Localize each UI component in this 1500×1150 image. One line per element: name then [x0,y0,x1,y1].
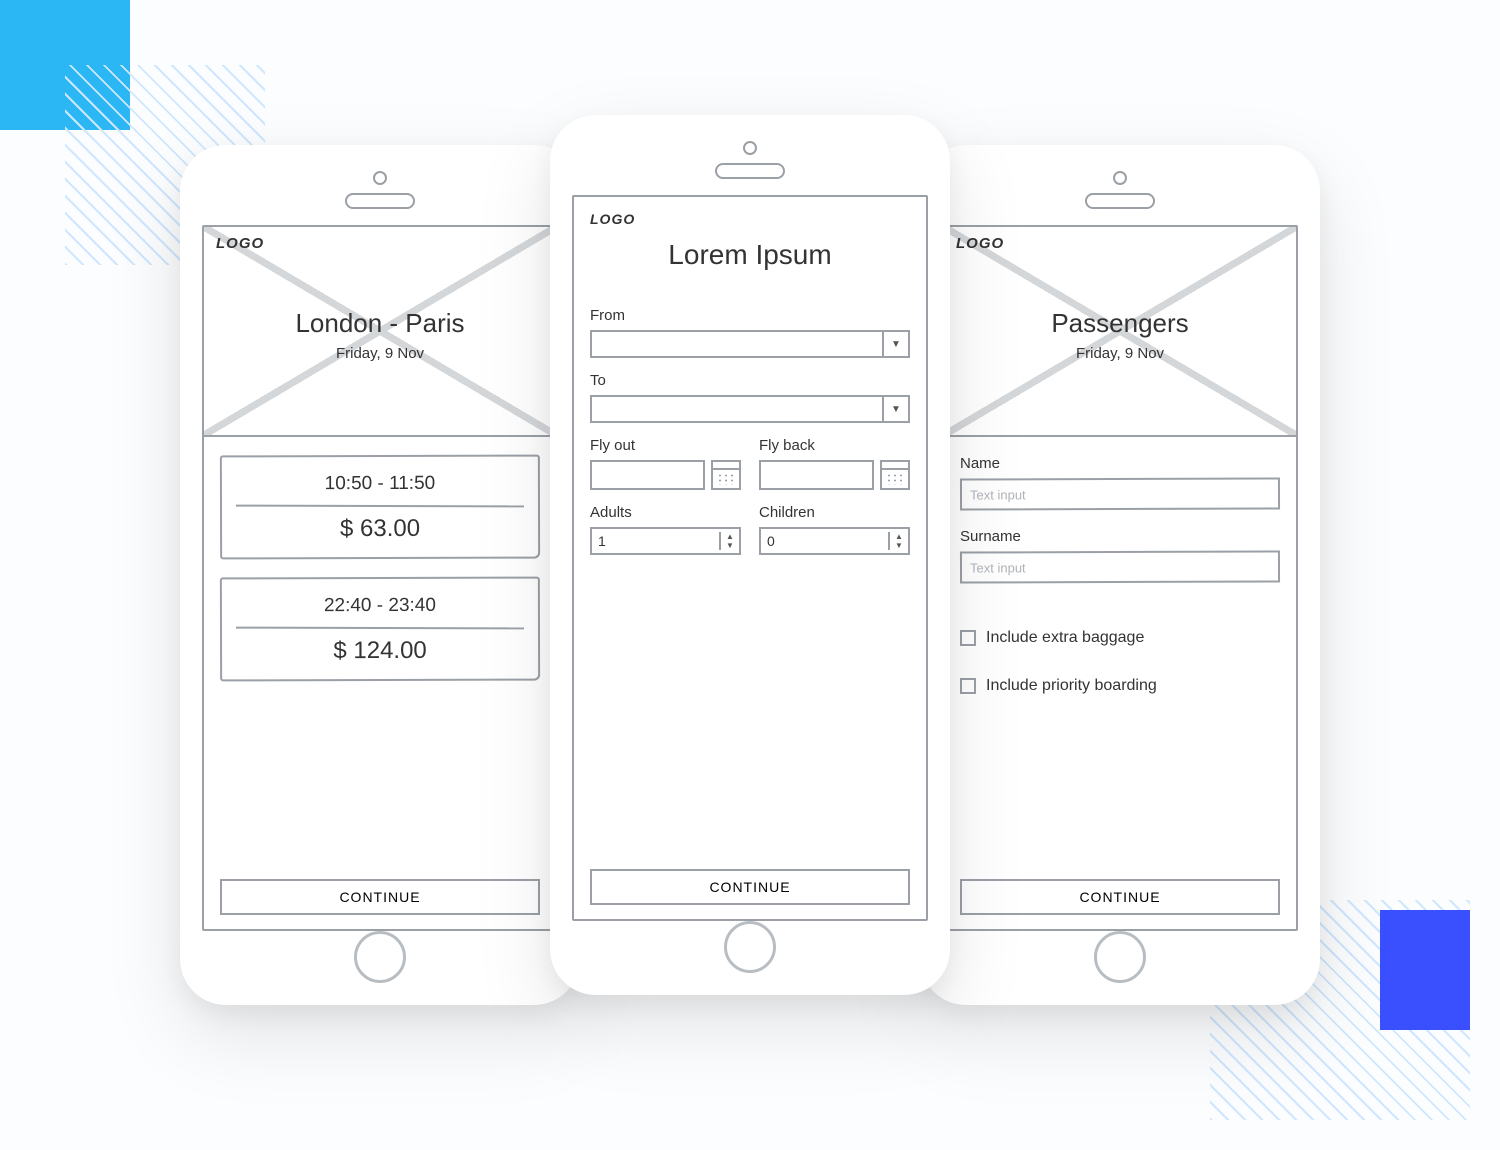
sensor-dot-icon [373,171,387,185]
phone-passengers: LOGO Passengers Friday, 9 Nov Name Text … [920,145,1320,1005]
children-label: Children [759,504,910,521]
logo-text: LOGO [216,235,264,252]
hero-placeholder: LOGO Passengers Friday, 9 Nov [944,227,1296,437]
priority-boarding-checkbox[interactable]: Include priority boarding [960,677,1280,695]
phone-results: LOGO London - Paris Friday, 9 Nov 10:50 … [180,145,580,1005]
chevron-down-icon: ▼ [882,332,908,356]
continue-button[interactable]: CONTINUE [220,879,540,915]
children-stepper[interactable]: 0 ▲▼ [759,527,910,555]
screen-passengers: LOGO Passengers Friday, 9 Nov Name Text … [942,225,1298,931]
results-title: London - Paris [295,308,464,339]
calendar-icon[interactable] [880,460,910,490]
to-label: To [590,372,910,389]
logo-text: LOGO [590,207,910,229]
from-label: From [590,307,910,324]
extra-baggage-label: Include extra baggage [986,629,1144,647]
continue-button[interactable]: CONTINUE [960,879,1280,915]
speaker-slot-icon [1085,193,1155,209]
flight-price: $ 63.00 [234,515,526,544]
home-button-icon[interactable] [724,921,776,973]
name-input[interactable]: Text input [960,477,1280,510]
search-title: Lorem Ipsum [590,239,910,271]
divider [236,505,524,508]
surname-label: Surname [960,528,1280,545]
name-label: Name [960,455,1280,472]
flyback-label: Fly back [759,437,910,454]
continue-button[interactable]: CONTINUE [590,869,910,905]
home-button-icon[interactable] [354,931,406,983]
passengers-subtitle: Friday, 9 Nov [1076,345,1164,362]
flyout-label: Fly out [590,437,741,454]
stepper-arrows-icon: ▲▼ [888,532,908,550]
stepper-arrows-icon: ▲▼ [719,532,739,550]
screen-search: LOGO Lorem Ipsum From ▼ To ▼ Fly out [572,195,928,921]
speaker-slot-icon [345,193,415,209]
adults-value: 1 [592,533,719,549]
home-button-icon[interactable] [1094,931,1146,983]
results-subtitle: Friday, 9 Nov [336,345,424,362]
flight-times: 10:50 - 11:50 [234,467,526,502]
priority-boarding-label: Include priority boarding [986,677,1157,695]
sensor-dot-icon [743,141,757,155]
extra-baggage-checkbox[interactable]: Include extra baggage [960,629,1280,647]
screen-results: LOGO London - Paris Friday, 9 Nov 10:50 … [202,225,558,931]
checkbox-icon [960,630,976,646]
flyback-input[interactable] [759,460,874,490]
flight-times: 22:40 - 23:40 [234,589,526,624]
adults-label: Adults [590,504,741,521]
flyout-input[interactable] [590,460,705,490]
speaker-slot-icon [715,163,785,179]
children-value: 0 [761,533,888,549]
surname-input[interactable]: Text input [960,550,1280,583]
sensor-dot-icon [1113,171,1127,185]
hero-placeholder: LOGO London - Paris Friday, 9 Nov [204,227,556,437]
logo-text: LOGO [956,235,1004,252]
checkbox-icon [960,678,976,694]
divider [236,627,524,630]
phone-search: LOGO Lorem Ipsum From ▼ To ▼ Fly out [550,115,950,995]
passengers-title: Passengers [1051,308,1188,339]
flight-card[interactable]: 22:40 - 23:40 $ 124.00 [220,577,540,682]
flight-price: $ 124.00 [234,637,526,666]
calendar-icon[interactable] [711,460,741,490]
chevron-down-icon: ▼ [882,397,908,421]
flight-card[interactable]: 10:50 - 11:50 $ 63.00 [220,455,540,560]
adults-stepper[interactable]: 1 ▲▼ [590,527,741,555]
from-select[interactable]: ▼ [590,330,910,358]
to-select[interactable]: ▼ [590,395,910,423]
